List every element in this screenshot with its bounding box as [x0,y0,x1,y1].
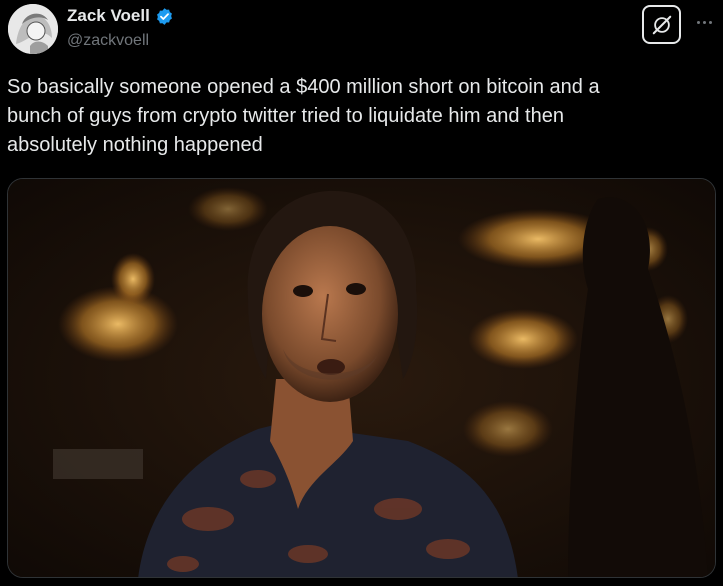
tweet-text: So basically someone opened a $400 milli… [7,76,600,156]
user-handle[interactable]: @zackvoell [67,32,149,50]
grok-icon [652,15,671,34]
avatar[interactable] [8,4,58,54]
display-name[interactable]: Zack Voell [67,6,150,26]
more-button[interactable] [692,10,716,34]
grok-button[interactable] [642,5,681,44]
verified-badge-icon [155,7,174,26]
man-surprised-still [8,179,715,577]
avatar-illustration [8,4,58,54]
more-icon [696,20,700,24]
tweet-media-image[interactable] [7,178,716,578]
